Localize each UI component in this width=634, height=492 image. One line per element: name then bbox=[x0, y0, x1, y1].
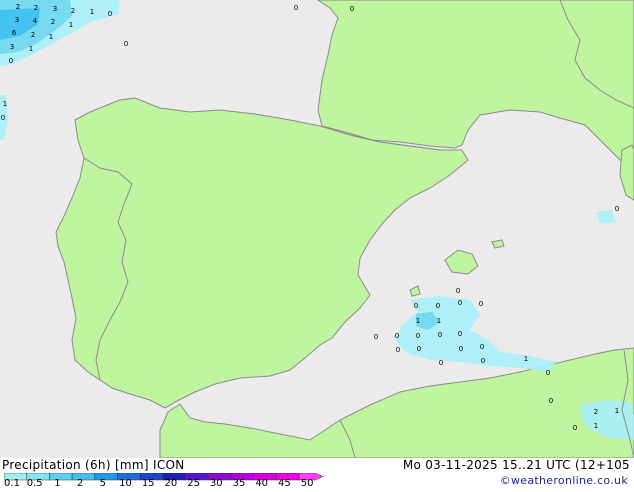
rain-amount-label: 0 bbox=[439, 359, 443, 367]
color-scale-tick-label: 15 bbox=[141, 478, 155, 489]
rain-amount-label: 0 bbox=[124, 40, 128, 48]
rain-amount-label: 1 bbox=[49, 33, 53, 41]
rain-amount-label: 1 bbox=[69, 21, 73, 29]
legend-title: Precipitation (6h) [mm] ICON bbox=[2, 458, 185, 472]
color-scale-tick-label: 40 bbox=[255, 478, 269, 489]
rain-amount-label: 0 bbox=[9, 57, 13, 65]
color-scale-tick-label: 25 bbox=[187, 478, 200, 489]
rain-amount-label: 6 bbox=[12, 29, 17, 37]
rain-amount-label: 3 bbox=[10, 43, 14, 51]
rain-amount-label: 0 bbox=[573, 424, 577, 432]
rain-amount-label: 2 bbox=[71, 7, 75, 15]
rain-amount-label: 0 bbox=[549, 397, 553, 405]
color-scale-tick-label: 10 bbox=[119, 478, 132, 489]
rain-amount-label: 2 bbox=[16, 3, 20, 11]
rain-amount-label: 0 bbox=[459, 345, 463, 353]
color-scale-tick-label: 20 bbox=[164, 478, 178, 489]
rain-amount-label: 1 bbox=[437, 317, 441, 325]
color-scale-tick-label: 5 bbox=[99, 478, 106, 489]
rain-amount-label: 1 bbox=[615, 407, 619, 415]
color-scale-tick-label: 0.1 bbox=[4, 478, 20, 489]
forecast-run-time: Mo 03-11-2025 15..21 UTC (12+105 bbox=[402, 458, 630, 472]
credit-link[interactable]: ©weatheronline.co.uk bbox=[500, 474, 628, 487]
rain-amount-label: 0 bbox=[481, 357, 485, 365]
rain-amount-label: 2 bbox=[51, 18, 55, 26]
color-scale-tick-label: 45 bbox=[278, 478, 291, 489]
rain-amount-label: 1 bbox=[3, 100, 7, 108]
rain-amount-label: 0 bbox=[1, 114, 5, 122]
legend-bar: Precipitation (6h) [mm] ICON Mo 03-11-20… bbox=[0, 458, 634, 490]
rain-amount-label: 0 bbox=[416, 332, 420, 340]
rain-amount-label: 1 bbox=[90, 8, 94, 16]
rain-amount-label: 0 bbox=[350, 5, 354, 13]
rain-amount-label: 0 bbox=[438, 331, 442, 339]
rain-amount-label: 0 bbox=[396, 346, 400, 354]
rain-amount-label: 0 bbox=[480, 343, 484, 351]
color-scale-tick-label: 50 bbox=[300, 478, 314, 489]
color-scale-tick-label: 1 bbox=[54, 478, 61, 489]
rain-amount-label: 0 bbox=[294, 4, 298, 12]
rain-amount-label: 2 bbox=[34, 4, 38, 12]
rain-amount-label: 0 bbox=[108, 10, 112, 18]
color-scale-tick-label: 30 bbox=[209, 478, 223, 489]
rain-amount-label: 4 bbox=[33, 17, 38, 25]
rain-amount-label: 2 bbox=[594, 408, 598, 416]
color-scale-tick-label: 0.5 bbox=[26, 478, 43, 489]
rain-amount-label: 0 bbox=[417, 345, 421, 353]
rain-amount-label: 0 bbox=[456, 287, 460, 295]
rain-amount-label: 0 bbox=[479, 300, 483, 308]
rain-amount-label: 0 bbox=[414, 302, 418, 310]
rain-amount-label: 2 bbox=[31, 31, 35, 39]
rain-amount-label: 0 bbox=[374, 333, 378, 341]
rain-amount-label: 0 bbox=[615, 205, 619, 213]
rain-amount-label: 3 bbox=[53, 5, 57, 13]
rain-amount-label: 0 bbox=[395, 332, 399, 340]
color-scale-tick-label: 2 bbox=[76, 478, 84, 489]
rain-amount-label: 0 bbox=[546, 369, 550, 377]
rain-amount-label: 0 bbox=[436, 302, 440, 310]
rain-amount-label: 0 bbox=[458, 299, 462, 307]
rain-amount-label: 1 bbox=[594, 422, 598, 430]
rain-amount-label: 1 bbox=[416, 317, 420, 325]
rain-amount-label: 1 bbox=[29, 45, 33, 53]
rain-amount-label: 3 bbox=[15, 16, 19, 24]
color-scale-tick-label: 35 bbox=[232, 478, 246, 489]
rain-amount-label: 0 bbox=[458, 330, 462, 338]
precipitation-map: 2 2 3 2 1 0 3 4 2 1 6 2 1 3 1 0 0 1 0 0 0 0 0 0 0 0 1 1 0 0 0 0 0 0 0 0 0 0 0 1… bbox=[0, 0, 634, 458]
rain-amount-label: 1 bbox=[524, 355, 528, 363]
